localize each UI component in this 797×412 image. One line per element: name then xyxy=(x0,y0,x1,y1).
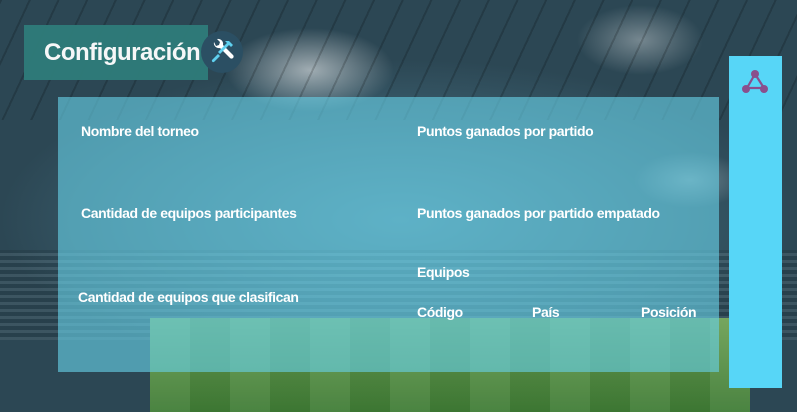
sidebar-panel xyxy=(729,56,782,388)
qualifiers-count-label: Cantidad de equipos que clasifican xyxy=(78,289,299,305)
settings-button[interactable] xyxy=(201,31,243,73)
configuration-panel: Nombre del torneo Cantidad de equipos pa… xyxy=(58,97,719,372)
teams-label: Equipos xyxy=(417,264,470,280)
page-title: Configuración xyxy=(44,38,201,66)
page-title-box: Configuración xyxy=(24,25,208,80)
teams-column-code[interactable]: Código xyxy=(417,304,463,320)
points-win-label: Puntos ganados por partido xyxy=(417,123,594,139)
participants-count-label: Cantidad de equipos participantes xyxy=(81,205,297,221)
teams-column-country[interactable]: País xyxy=(532,304,560,320)
tools-icon xyxy=(211,38,234,63)
share-network-icon[interactable] xyxy=(737,64,773,100)
tournament-name-label: Nombre del torneo xyxy=(81,123,199,139)
teams-column-position[interactable]: Posición xyxy=(641,304,697,320)
points-draw-label: Puntos ganados por partido empatado xyxy=(417,205,660,221)
